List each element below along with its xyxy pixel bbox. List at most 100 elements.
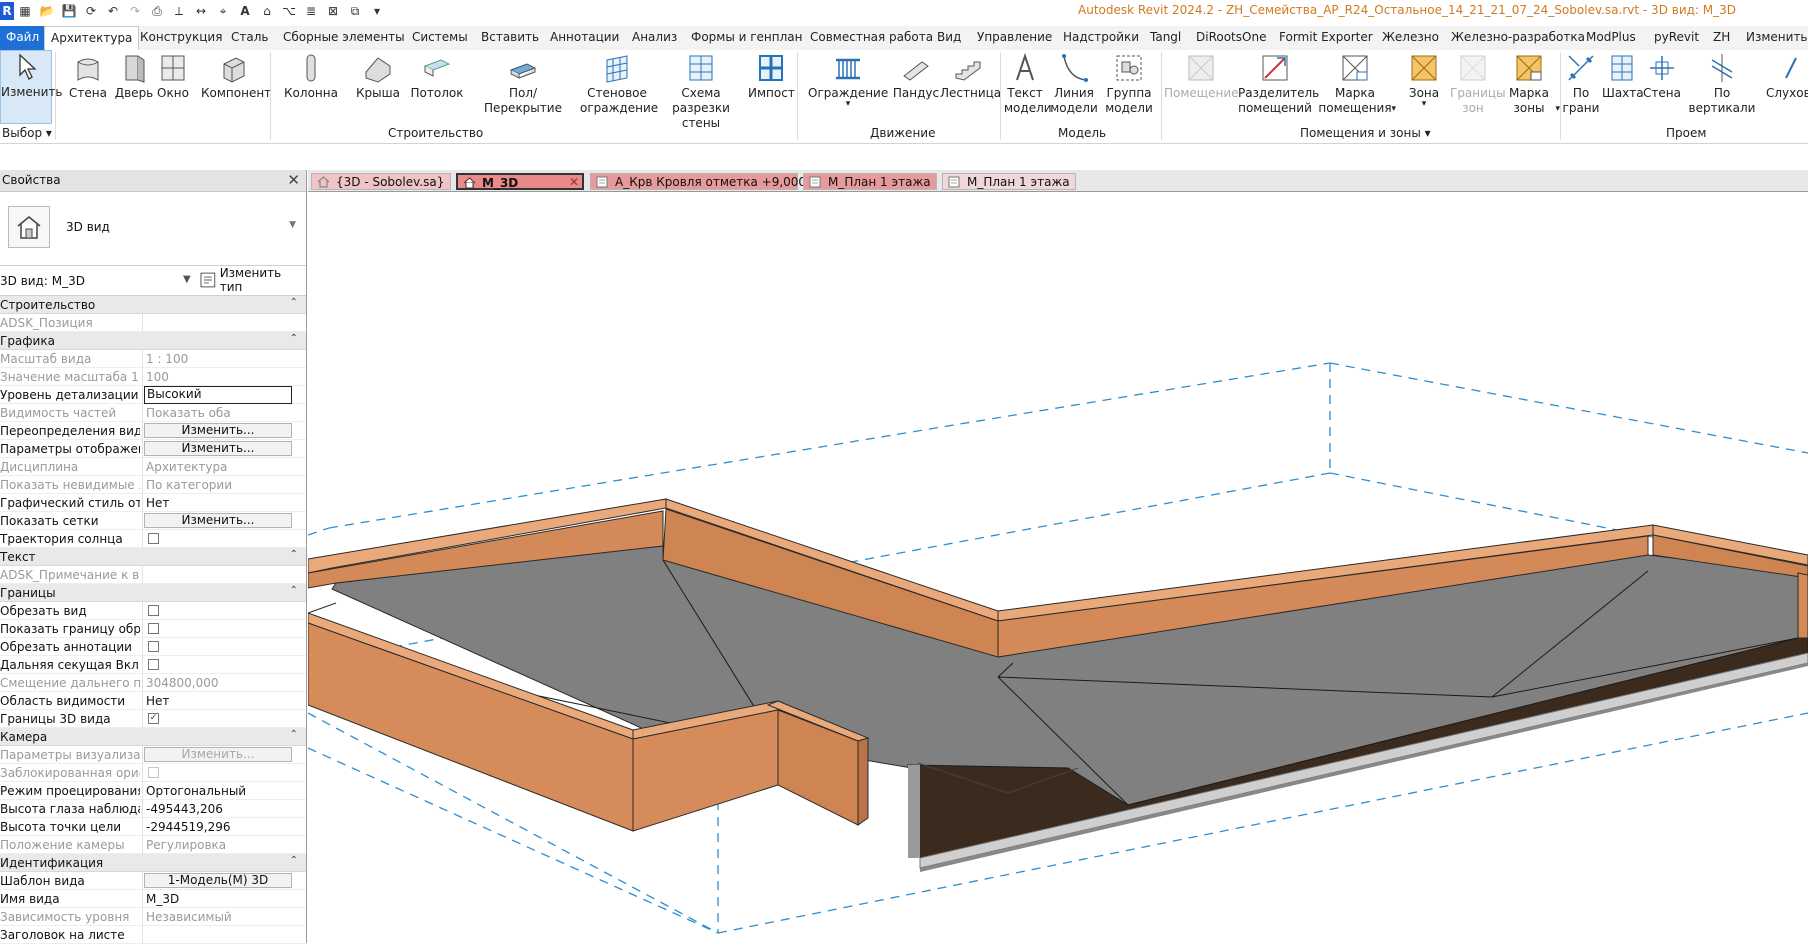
view-tab[interactable]: М_План 1 этажа bbox=[942, 173, 1076, 190]
stair-button[interactable]: Лестница bbox=[940, 52, 1001, 101]
property-category[interactable]: Графика ⌃ bbox=[0, 332, 306, 350]
tab-steel[interactable]: Сталь bbox=[231, 30, 268, 44]
save-icon[interactable]: 💾 bbox=[61, 3, 77, 19]
type-selector[interactable]: 3D вид ▼ bbox=[0, 192, 306, 266]
edit-property-button[interactable]: Изменить... bbox=[144, 441, 292, 456]
tag-room-dropdown-icon[interactable]: ▾ bbox=[1391, 102, 1396, 117]
area-button[interactable]: Зона ▾ bbox=[1404, 52, 1444, 109]
collapse-icon[interactable]: ⌃ bbox=[290, 855, 298, 866]
property-checkbox[interactable] bbox=[148, 767, 159, 778]
property-value[interactable]: -2944519,296 bbox=[146, 820, 231, 834]
model-text-button[interactable]: Текст модели bbox=[1004, 52, 1052, 116]
3d-view-icon[interactable]: ⌂ bbox=[259, 3, 275, 19]
tab-view[interactable]: Вид bbox=[937, 30, 961, 44]
tab-annotate[interactable]: Аннотации bbox=[550, 30, 619, 44]
door-button[interactable]: Дверь bbox=[114, 52, 154, 101]
tab-zhelezno[interactable]: Железно bbox=[1382, 30, 1439, 44]
collapse-icon[interactable]: ⌃ bbox=[290, 549, 298, 560]
close-hidden-icon[interactable]: ⊠ bbox=[325, 3, 341, 19]
tab-massing-site[interactable]: Формы и генплан bbox=[691, 30, 803, 44]
tab-architecture[interactable]: Архитектура bbox=[44, 26, 140, 50]
model-view[interactable] bbox=[308, 193, 1808, 943]
property-category[interactable]: Идентификация ⌃ bbox=[0, 854, 306, 872]
instance-filter[interactable]: 3D вид: M_3D bbox=[0, 274, 85, 288]
railing-button[interactable]: Ограждение ▾ bbox=[808, 52, 888, 109]
collapse-icon[interactable]: ⌃ bbox=[290, 585, 298, 596]
column-button[interactable]: Колонна bbox=[284, 52, 338, 101]
property-checkbox[interactable] bbox=[148, 641, 159, 652]
property-value[interactable]: -495443,206 bbox=[146, 802, 223, 816]
room-area-group-label[interactable]: Помещения и зоны ▾ bbox=[1300, 126, 1431, 140]
mullion-button[interactable]: Импост bbox=[748, 52, 795, 101]
thin-lines-icon[interactable]: ≣ bbox=[303, 3, 319, 19]
tab-pyrevit[interactable]: pyRevit bbox=[1654, 30, 1699, 44]
dormer-button[interactable]: Слухове bbox=[1762, 52, 1808, 101]
tab-modify[interactable]: Изменить bbox=[1746, 30, 1808, 44]
edit-property-button[interactable]: 1-Модель(М) 3D bbox=[144, 873, 292, 888]
by-face-button[interactable]: По грани bbox=[1562, 52, 1600, 116]
tab-precast[interactable]: Сборные элементы bbox=[283, 30, 405, 44]
window-button[interactable]: Окно bbox=[155, 52, 191, 101]
area-dropdown-icon[interactable]: ▾ bbox=[1404, 100, 1444, 109]
tab-collaborate[interactable]: Совместная работа bbox=[810, 30, 933, 44]
room-separator-button[interactable]: Разделитель помещений bbox=[1238, 52, 1319, 116]
section-icon[interactable]: ⌥ bbox=[281, 3, 297, 19]
ceiling-button[interactable]: Потолок bbox=[409, 52, 465, 101]
tab-systems[interactable]: Системы bbox=[412, 30, 468, 44]
property-checkbox[interactable]: ✓ bbox=[148, 713, 159, 724]
property-checkbox[interactable] bbox=[148, 533, 159, 544]
property-value[interactable]: Нет bbox=[146, 496, 169, 510]
measure-icon[interactable]: ⟂ bbox=[171, 3, 187, 19]
sync-icon[interactable]: ⟳ bbox=[83, 3, 99, 19]
view-tab[interactable]: {3D - Sobolev.sa} bbox=[311, 173, 451, 190]
switch-windows-icon[interactable]: ⧉ bbox=[347, 3, 363, 19]
tab-addins[interactable]: Надстройки bbox=[1063, 30, 1139, 44]
tab-zh[interactable]: ZH bbox=[1713, 30, 1730, 44]
customize-qat-icon[interactable]: ▾ bbox=[369, 3, 385, 19]
property-category[interactable]: Строительство ⌃ bbox=[0, 296, 306, 314]
roof-button[interactable]: Крыша bbox=[354, 52, 402, 101]
tab-modplus[interactable]: ModPlus bbox=[1586, 30, 1636, 44]
vertical-opening-button[interactable]: По вертикали bbox=[1684, 52, 1760, 116]
property-value[interactable]: M_3D bbox=[146, 892, 179, 906]
wall-opening-button[interactable]: Стена bbox=[1642, 52, 1682, 101]
collapse-icon[interactable]: ⌃ bbox=[290, 297, 298, 308]
revit-logo[interactable]: R bbox=[0, 2, 14, 20]
property-category[interactable]: Границы ⌃ bbox=[0, 584, 306, 602]
curtain-grid-button[interactable]: Схема разрезки стены bbox=[655, 52, 747, 131]
area-boundary-button[interactable]: Границы зон bbox=[1450, 52, 1506, 116]
3d-viewport[interactable] bbox=[308, 193, 1808, 943]
type-dropdown-icon[interactable]: ▼ bbox=[289, 220, 296, 230]
select-group-label[interactable]: Выбор ▾ bbox=[2, 126, 52, 140]
property-checkbox[interactable] bbox=[148, 605, 159, 616]
property-value[interactable]: Ортогональный bbox=[146, 784, 246, 798]
tab-insert[interactable]: Вставить bbox=[481, 30, 539, 44]
tag-area-button[interactable]: Марка зоны ▾ bbox=[1504, 52, 1560, 116]
floor-button[interactable]: Пол/Перекрытие bbox=[472, 52, 574, 116]
property-value[interactable]: Нет bbox=[146, 694, 169, 708]
tab-analyze[interactable]: Анализ bbox=[632, 30, 677, 44]
property-checkbox[interactable] bbox=[148, 623, 159, 634]
edit-property-button[interactable]: Изменить... bbox=[144, 747, 292, 762]
modify-button[interactable]: Изменить bbox=[0, 50, 63, 124]
room-button[interactable]: Помещение bbox=[1164, 52, 1239, 101]
print-icon[interactable]: ⎙ bbox=[149, 3, 165, 19]
open-icon[interactable]: 📂 bbox=[39, 3, 55, 19]
aligned-dimension-icon[interactable]: ↔ bbox=[193, 3, 209, 19]
tab-zhelezno-dev[interactable]: Железно-разработка bbox=[1451, 30, 1585, 44]
tab-tangl[interactable]: Tangl bbox=[1150, 30, 1181, 44]
text-icon[interactable]: A bbox=[237, 3, 253, 19]
redo-icon[interactable]: ↷ bbox=[127, 3, 143, 19]
view-tab[interactable]: М_План 1 этажа bbox=[803, 173, 937, 190]
model-line-button[interactable]: Линия модели bbox=[1050, 52, 1098, 116]
wall-button[interactable]: Стена bbox=[68, 52, 108, 101]
curtain-system-button[interactable]: Стеновое ограждение bbox=[580, 52, 658, 116]
collapse-icon[interactable]: ⌃ bbox=[290, 729, 298, 740]
undo-icon[interactable]: ↶ bbox=[105, 3, 121, 19]
property-category[interactable]: Камера ⌃ bbox=[0, 728, 306, 746]
tab-dirootsone[interactable]: DiRootsOne bbox=[1196, 30, 1266, 44]
property-checkbox[interactable] bbox=[148, 659, 159, 670]
tab-structure[interactable]: Конструкция bbox=[140, 30, 222, 44]
component-button[interactable]: Компонент bbox=[201, 52, 271, 101]
home-window-icon[interactable]: ▦ bbox=[17, 3, 33, 19]
